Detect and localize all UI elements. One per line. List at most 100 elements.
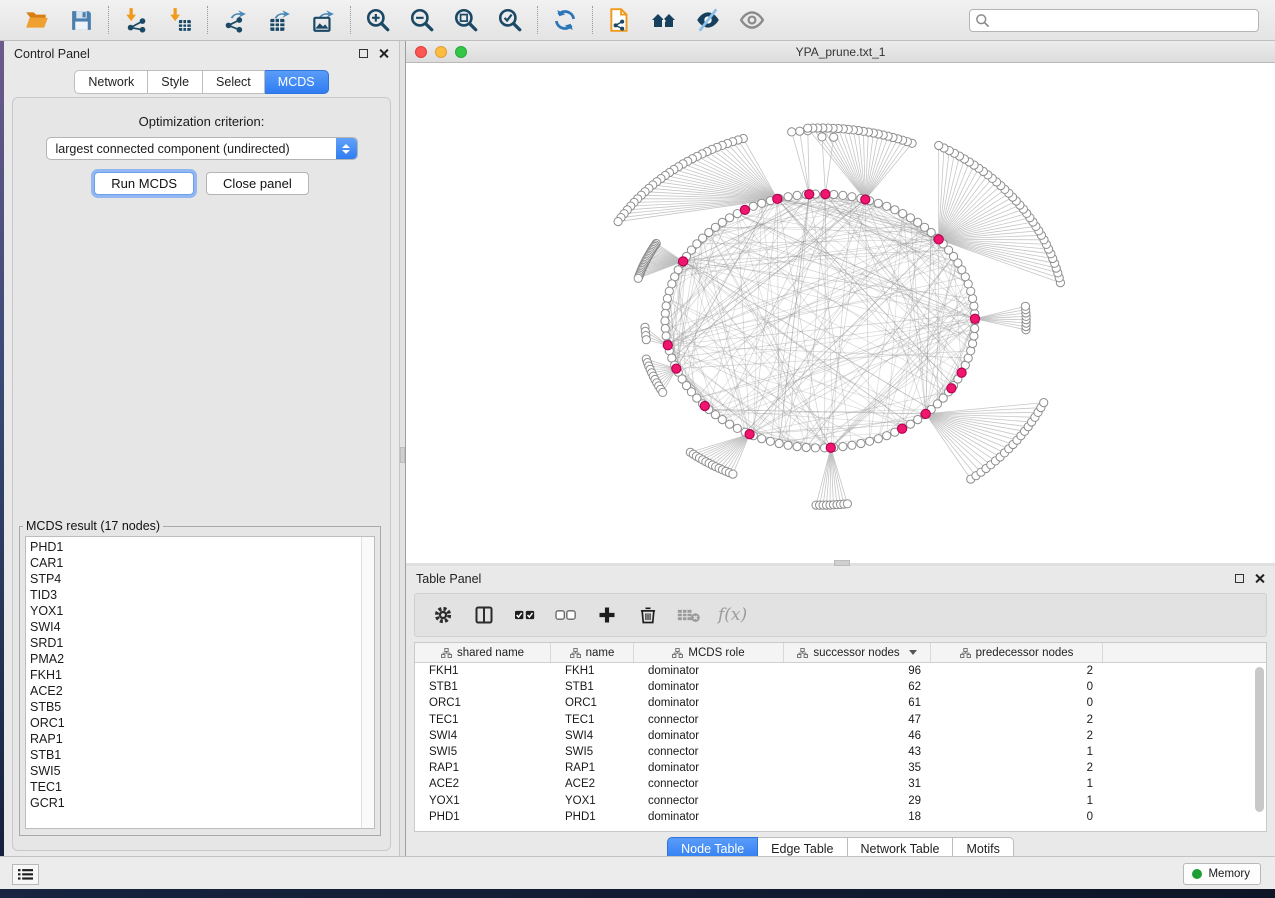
mcds-result-item[interactable]: GCR1 (30, 795, 374, 811)
mcds-result-item[interactable]: ACE2 (30, 683, 374, 699)
mcds-result-item[interactable]: STB1 (30, 747, 374, 763)
table-row[interactable]: RAP1RAP1dominator352 (415, 760, 1266, 776)
mcds-result-item[interactable]: STP4 (30, 571, 374, 587)
export-network-button[interactable] (220, 5, 250, 35)
close-panel-icon[interactable] (378, 48, 389, 59)
search-field-wrap (969, 9, 1259, 32)
mcds-result-listbox[interactable]: PHD1CAR1STP4TID3YOX1SWI4SRD1PMA2FKH1ACE2… (25, 536, 375, 829)
zoom-out-button[interactable] (407, 5, 437, 35)
mcds-result-item[interactable]: YOX1 (30, 603, 374, 619)
table-cell: dominator (634, 730, 784, 742)
mcds-result-item[interactable]: STB5 (30, 699, 374, 715)
column-header-MCDS-role[interactable]: MCDS role (634, 643, 784, 662)
table-cell: ACE2 (551, 778, 634, 790)
tab-select[interactable]: Select (203, 70, 265, 94)
memory-status-dot-icon (1192, 869, 1202, 879)
close-panel-icon[interactable] (1254, 573, 1265, 584)
column-header-shared-name[interactable]: shared name (415, 643, 551, 662)
table-row[interactable]: SWI5SWI5connector431 (415, 744, 1266, 760)
select-all-checkbox-icon[interactable] (513, 603, 537, 627)
zoom-in-button[interactable] (363, 5, 393, 35)
import-table-button[interactable] (165, 5, 195, 35)
mcds-result-item[interactable]: RAP1 (30, 731, 374, 747)
table-cell: YOX1 (551, 795, 634, 807)
mcds-result-item[interactable]: ORC1 (30, 715, 374, 731)
close-panel-button[interactable]: Close panel (206, 172, 309, 195)
mcds-result-item[interactable]: SRD1 (30, 635, 374, 651)
open-session-button[interactable] (22, 5, 52, 35)
mcds-panel: Optimization criterion: largest connecte… (12, 97, 391, 851)
table-row[interactable]: SWI4SWI4dominator462 (415, 728, 1266, 744)
tab-network[interactable]: Network (74, 70, 148, 94)
table-cell: 61 (784, 697, 931, 709)
column-header-successor-nodes[interactable]: successor nodes (784, 643, 931, 662)
node-table: shared namenameMCDS rolesuccessor nodesp… (414, 642, 1267, 832)
deselect-all-checkbox-icon[interactable] (554, 603, 578, 627)
tab-mcds[interactable]: MCDS (265, 70, 329, 94)
network-window-title: YPA_prune.txt_1 (406, 45, 1275, 59)
search-input[interactable] (969, 9, 1259, 32)
memory-button[interactable]: Memory (1183, 863, 1261, 885)
control-panel-title: Control Panel (14, 47, 90, 61)
node-table-header: shared namenameMCDS rolesuccessor nodesp… (415, 643, 1266, 663)
table-row[interactable]: FKH1FKH1dominator962 (415, 663, 1266, 679)
export-image-icon (310, 7, 336, 33)
splitter-grip[interactable] (400, 447, 405, 463)
column-header-predecessor-nodes[interactable]: predecessor nodes (931, 643, 1103, 662)
mcds-result-title: MCDS result (17 nodes) (23, 519, 163, 533)
split-columns-icon[interactable] (472, 603, 496, 627)
mcds-result-item[interactable]: TEC1 (30, 779, 374, 795)
dropdown-value: largest connected component (undirected) (47, 142, 290, 156)
mcds-result-scrollbar[interactable] (361, 537, 374, 828)
show-eye-button[interactable] (737, 5, 767, 35)
table-row[interactable]: ORC1ORC1dominator610 (415, 695, 1266, 711)
home-network-button[interactable] (649, 5, 679, 35)
table-row[interactable]: ACE2ACE2connector311 (415, 776, 1266, 792)
table-row[interactable]: STB1STB1dominator620 (415, 679, 1266, 695)
table-scrollbar-thumb[interactable] (1255, 667, 1264, 812)
table-cell: dominator (634, 681, 784, 693)
gear-icon[interactable] (431, 603, 455, 627)
table-cell: connector (634, 778, 784, 790)
run-mcds-button[interactable]: Run MCDS (94, 172, 194, 195)
zoom-selected-button[interactable] (495, 5, 525, 35)
mcds-result-item[interactable]: CAR1 (30, 555, 374, 571)
mcds-result-item[interactable]: PHD1 (30, 539, 374, 555)
table-cell: 96 (784, 665, 931, 677)
table-cell: 2 (931, 665, 1103, 677)
column-header-name[interactable]: name (551, 643, 634, 662)
optimization-criterion-dropdown[interactable]: largest connected component (undirected) (46, 137, 358, 160)
delete-table-icon[interactable] (677, 603, 701, 627)
network-window-titlebar[interactable]: YPA_prune.txt_1 (406, 41, 1275, 63)
mcds-result-item[interactable]: SWI5 (30, 763, 374, 779)
refresh-button[interactable] (550, 5, 580, 35)
dropdown-stepper-icon (336, 138, 357, 159)
delete-column-icon[interactable] (636, 603, 660, 627)
status-bar: Memory (0, 856, 1275, 889)
hide-unhide-button[interactable] (693, 5, 723, 35)
float-panel-icon[interactable] (359, 49, 368, 58)
zoom-fit-button[interactable] (451, 5, 481, 35)
mcds-result-item[interactable]: TID3 (30, 587, 374, 603)
network-graph[interactable] (406, 63, 1275, 563)
table-row[interactable]: TEC1TEC1connector472 (415, 712, 1266, 728)
save-session-button[interactable] (66, 5, 96, 35)
mcds-result-item[interactable]: PMA2 (30, 651, 374, 667)
add-column-icon[interactable] (595, 603, 619, 627)
export-table-button[interactable] (264, 5, 294, 35)
tab-style[interactable]: Style (148, 70, 203, 94)
save-session-icon (69, 8, 94, 33)
float-panel-icon[interactable] (1235, 574, 1244, 583)
mcds-result-item[interactable]: SWI4 (30, 619, 374, 635)
table-row[interactable]: YOX1YOX1connector291 (415, 793, 1266, 809)
network-canvas[interactable] (406, 63, 1275, 563)
share-document-button[interactable] (605, 5, 635, 35)
mcds-result-item[interactable]: FKH1 (30, 667, 374, 683)
show-panels-list-button[interactable] (12, 864, 39, 885)
import-network-button[interactable] (121, 5, 151, 35)
export-image-button[interactable] (308, 5, 338, 35)
control-panel-titlebar: Control Panel (4, 41, 399, 66)
table-cell: SWI4 (551, 730, 634, 742)
control-panel-tabs: NetworkStyleSelectMCDS (4, 70, 399, 94)
table-row[interactable]: PHD1PHD1dominator180 (415, 809, 1266, 825)
